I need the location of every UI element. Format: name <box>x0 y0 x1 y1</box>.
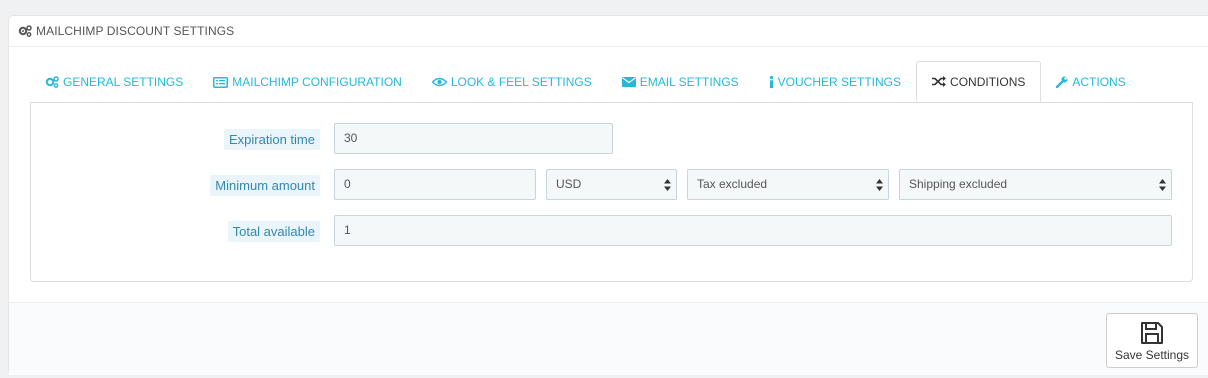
expiration-time-label: Expiration time <box>224 129 320 150</box>
total-available-label: Total available <box>227 221 320 242</box>
tab-general-settings[interactable]: GENERAL SETTINGS <box>30 62 198 102</box>
conditions-tab-content: Expiration time 30 Minimum amount 0 USD … <box>30 102 1193 282</box>
total-available-row: Total available 1 <box>31 215 1192 246</box>
envelope-icon <box>621 77 636 87</box>
panel-heading: MAILCHIMP DISCOUNT SETTINGS <box>9 16 1208 47</box>
tab-label: CONDITIONS <box>950 74 1026 89</box>
select-caret-icon <box>876 179 883 191</box>
tab-label: GENERAL SETTINGS <box>63 75 184 89</box>
save-icon <box>1141 322 1163 344</box>
tax-select[interactable]: Tax excluded <box>687 169 889 200</box>
select-caret-icon <box>1159 179 1166 191</box>
random-icon <box>932 76 947 87</box>
tab-label: MAILCHIMP CONFIGURATION <box>232 75 402 89</box>
save-settings-button[interactable]: Save Settings <box>1106 313 1198 368</box>
tab-mailchimp-configuration[interactable]: MAILCHIMP CONFIGURATION <box>198 62 417 102</box>
list-alt-icon <box>213 76 229 88</box>
tab-actions[interactable]: ACTIONS <box>1041 62 1140 102</box>
tab-label: LOOK & FEEL SETTINGS <box>450 75 592 89</box>
tab-voucher-settings[interactable]: VOUCHER SETTINGS <box>754 62 916 102</box>
select-caret-icon <box>664 179 671 191</box>
discount-settings-panel: MAILCHIMP DISCOUNT SETTINGS GENERAL SETT… <box>8 15 1208 375</box>
tab-conditions[interactable]: CONDITIONS <box>916 61 1042 102</box>
eye-icon <box>431 77 447 87</box>
cogs-icon <box>18 25 32 37</box>
total-available-input[interactable]: 1 <box>334 215 1172 246</box>
shipping-value: Shipping excluded <box>909 177 1008 191</box>
wrench-icon <box>1056 76 1068 88</box>
cogs-icon <box>45 76 59 88</box>
expiration-row: Expiration time 30 <box>31 123 1192 154</box>
minimum-amount-row: Minimum amount 0 USD Tax excluded Shippi… <box>31 169 1192 200</box>
save-settings-label: Save Settings <box>1114 348 1190 362</box>
tab-label: ACTIONS <box>1072 75 1126 89</box>
tax-value: Tax excluded <box>697 177 768 191</box>
panel-footer: Save Settings <box>9 302 1208 375</box>
currency-value: USD <box>556 177 582 191</box>
tab-label: VOUCHER SETTINGS <box>777 75 902 89</box>
tab-label: EMAIL SETTINGS <box>639 75 739 89</box>
settings-tabs: GENERAL SETTINGS MAILCHIMP CONFIGURATION… <box>30 61 1192 102</box>
tab-look-feel-settings[interactable]: LOOK & FEEL SETTINGS <box>417 62 607 102</box>
minimum-amount-label: Minimum amount <box>210 175 320 196</box>
currency-select[interactable]: USD <box>546 169 677 200</box>
minimum-amount-input[interactable]: 0 <box>334 169 536 200</box>
panel-title: MAILCHIMP DISCOUNT SETTINGS <box>36 24 235 38</box>
expiration-time-input[interactable]: 30 <box>334 123 613 154</box>
shipping-select[interactable]: Shipping excluded <box>899 169 1172 200</box>
info-icon <box>769 76 773 88</box>
tab-email-settings[interactable]: EMAIL SETTINGS <box>607 62 754 102</box>
